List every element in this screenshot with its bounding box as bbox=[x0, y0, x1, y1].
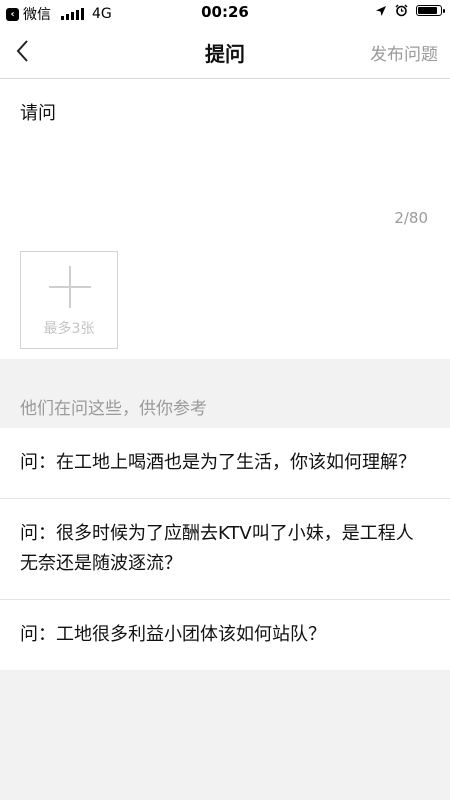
suggestion-text: 很多时候为了应酬去KTV叫了小妹，是工程人无奈还是随波逐流？ bbox=[20, 523, 414, 574]
suggestion-text: 工地很多利益小团体该如何站队？ bbox=[56, 624, 326, 645]
suggestion-item[interactable]: 问：工地很多利益小团体该如何站队？ bbox=[0, 600, 450, 670]
question-input[interactable]: 请问 bbox=[20, 99, 56, 125]
publish-question-button[interactable]: 发布问题 bbox=[370, 40, 438, 65]
navigation-bar: 提问 发布问题 bbox=[0, 24, 450, 79]
suggestion-item[interactable]: 问：很多时候为了应酬去KTV叫了小妹，是工程人无奈还是随波逐流？ bbox=[0, 499, 450, 600]
status-bar: ‹ 微信 4G 00:26 bbox=[0, 0, 450, 24]
location-arrow-icon bbox=[376, 5, 386, 16]
suggestions-list: 问：在工地上喝酒也是为了生活，你该如何理解？ 问：很多时候为了应酬去KTV叫了小… bbox=[0, 428, 450, 670]
question-prefix: 问： bbox=[20, 624, 56, 645]
question-prefix: 问： bbox=[20, 523, 56, 544]
question-prefix: 问： bbox=[20, 452, 56, 473]
suggestion-item[interactable]: 问：在工地上喝酒也是为了生活，你该如何理解？ bbox=[0, 428, 450, 499]
alarm-clock-icon bbox=[395, 4, 408, 17]
image-limit-label: 最多3张 bbox=[43, 321, 95, 337]
battery-icon bbox=[416, 5, 445, 16]
add-image-button[interactable]: 最多3张 bbox=[20, 251, 118, 349]
suggestions-header: 他们在问这些，供你参考 bbox=[20, 399, 207, 419]
status-right bbox=[375, 4, 445, 17]
character-counter: 2/80 bbox=[394, 209, 428, 227]
suggestion-text: 在工地上喝酒也是为了生活，你该如何理解？ bbox=[56, 452, 416, 473]
plus-icon bbox=[21, 266, 117, 308]
question-compose-area: 请问 2/80 最多3张 bbox=[0, 79, 450, 359]
